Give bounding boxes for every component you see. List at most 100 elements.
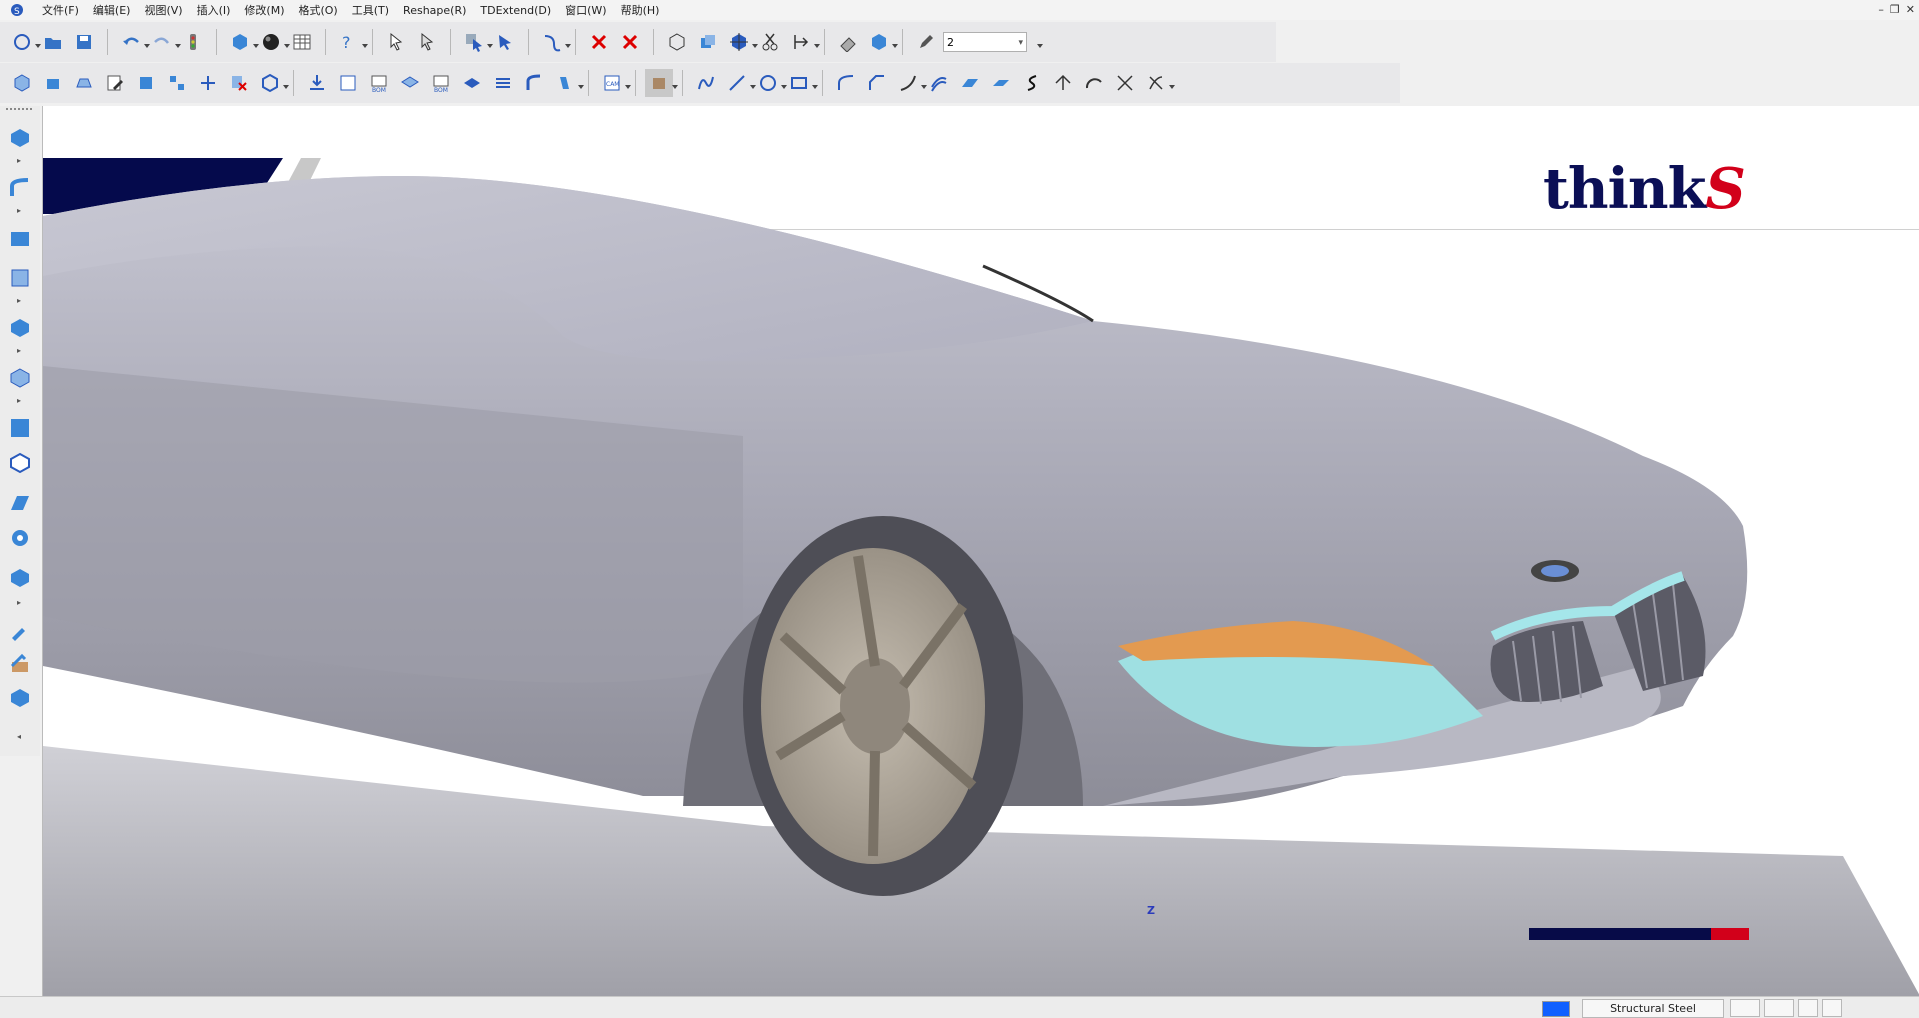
circle-button[interactable] xyxy=(754,69,787,97)
material-button[interactable] xyxy=(645,69,678,97)
delete-all-button[interactable] xyxy=(616,28,644,56)
bom-table-button[interactable]: BOM xyxy=(427,69,455,97)
sketch-button[interactable] xyxy=(70,69,98,97)
pick-filter-button[interactable] xyxy=(413,28,441,56)
line-width-combo[interactable]: 2 xyxy=(943,32,1027,53)
expand-arrow-icon[interactable]: ▸ xyxy=(17,598,21,607)
select-button[interactable] xyxy=(382,28,410,56)
hammer-icon[interactable] xyxy=(8,618,32,642)
fillet-curve-button[interactable] xyxy=(832,69,860,97)
new-file-button[interactable] xyxy=(8,28,41,56)
trim-button[interactable] xyxy=(756,28,784,56)
measure-button[interactable] xyxy=(834,28,862,56)
loft-button[interactable] xyxy=(551,69,584,97)
select-mode-button[interactable] xyxy=(460,28,493,56)
expand-arrow-icon[interactable]: ▸ xyxy=(17,206,21,215)
menu-format[interactable]: 格式(O) xyxy=(291,2,344,18)
restore-icon[interactable]: ❐ xyxy=(1890,3,1900,16)
shell-solid-icon[interactable] xyxy=(8,266,32,290)
spline-button[interactable] xyxy=(692,69,720,97)
close-icon[interactable]: ✕ xyxy=(1906,3,1915,16)
transform-button[interactable] xyxy=(725,28,758,56)
menu-modify[interactable]: 修改(M) xyxy=(237,2,291,18)
extrude-button[interactable] xyxy=(39,69,67,97)
stack-button[interactable] xyxy=(489,69,517,97)
toolbar-grip[interactable] xyxy=(6,108,32,110)
surface2-button[interactable] xyxy=(987,69,1015,97)
table-button[interactable] xyxy=(288,28,316,56)
redo-button[interactable] xyxy=(148,28,181,56)
menu-tools[interactable]: 工具(T) xyxy=(345,2,396,18)
drawing-button[interactable] xyxy=(334,69,362,97)
solid-block-icon[interactable] xyxy=(8,126,32,150)
curve-pick-button[interactable] xyxy=(538,28,571,56)
delete-button[interactable] xyxy=(585,28,613,56)
traffic-light-button[interactable] xyxy=(179,28,207,56)
curve-edit-button[interactable] xyxy=(894,69,927,97)
shell-button[interactable] xyxy=(132,69,160,97)
collapse-arrow-icon[interactable]: ◂ xyxy=(17,732,21,741)
multi-body-icon[interactable] xyxy=(8,226,32,250)
box-icon[interactable] xyxy=(8,316,32,340)
line-style-selector[interactable] xyxy=(1730,999,1760,1017)
boolean-icon[interactable] xyxy=(8,416,32,440)
import-button[interactable] xyxy=(303,69,331,97)
save-button[interactable] xyxy=(70,28,98,56)
bom-button[interactable]: BOM xyxy=(365,69,393,97)
wireframe-button[interactable] xyxy=(663,28,691,56)
render-style-button[interactable] xyxy=(257,28,290,56)
sweep-button[interactable] xyxy=(520,69,548,97)
help-button[interactable]: ? xyxy=(335,28,368,56)
menu-reshape[interactable]: Reshape(R) xyxy=(396,4,473,17)
arc-button[interactable] xyxy=(1080,69,1108,97)
plane-button[interactable] xyxy=(458,69,486,97)
line-width-dropdown[interactable] xyxy=(1030,28,1043,56)
trim-curve-button[interactable] xyxy=(1111,69,1139,97)
undo-button[interactable] xyxy=(117,28,150,56)
menu-help[interactable]: 帮助(H) xyxy=(614,2,667,18)
blend-tool-icon[interactable] xyxy=(8,652,32,676)
sweep-solid-icon[interactable] xyxy=(8,176,32,200)
expand-arrow-icon[interactable]: ▸ xyxy=(17,396,21,405)
line-button[interactable] xyxy=(723,69,756,97)
smart-select-button[interactable] xyxy=(491,28,519,56)
copy-shape-button[interactable] xyxy=(694,28,722,56)
surface-button[interactable] xyxy=(956,69,984,97)
rectangle-button[interactable] xyxy=(785,69,818,97)
face-icon[interactable] xyxy=(8,491,32,515)
menu-tdextend[interactable]: TDExtend(D) xyxy=(473,4,558,17)
menu-file[interactable]: 文件(F) xyxy=(35,2,86,18)
pen-style-selector[interactable] xyxy=(1764,999,1794,1017)
cam-button[interactable]: CAM xyxy=(598,69,631,97)
pen-width-button[interactable] xyxy=(912,28,940,56)
menu-window[interactable]: 窗口(W) xyxy=(558,2,613,18)
hole-icon[interactable] xyxy=(8,566,32,590)
car-model[interactable] xyxy=(43,106,1919,996)
split-curve-button[interactable] xyxy=(1049,69,1077,97)
globe-icon[interactable] xyxy=(1798,999,1818,1017)
expand-arrow-icon[interactable]: ▸ xyxy=(17,296,21,305)
color-swatch[interactable] xyxy=(1542,1001,1570,1017)
cylinder-icon[interactable] xyxy=(8,366,32,390)
blend-button[interactable] xyxy=(194,69,222,97)
analysis-button[interactable] xyxy=(865,28,898,56)
menu-edit[interactable]: 编辑(E) xyxy=(86,2,138,18)
minimize-icon[interactable]: – xyxy=(1878,3,1884,16)
curve-tools-button[interactable] xyxy=(1142,69,1175,97)
align-button[interactable] xyxy=(787,28,820,56)
pattern-button[interactable] xyxy=(163,69,191,97)
open-button[interactable] xyxy=(39,28,67,56)
view-cube-button[interactable] xyxy=(226,28,259,56)
display-mode-icon[interactable] xyxy=(1822,999,1842,1017)
app-logo-icon[interactable]: S xyxy=(10,3,24,17)
offset-curve-button[interactable] xyxy=(925,69,953,97)
menu-insert[interactable]: 插入(I) xyxy=(190,2,238,18)
part-button[interactable] xyxy=(8,69,36,97)
expand-arrow-icon[interactable]: ▸ xyxy=(17,346,21,355)
s-curve-button[interactable] xyxy=(1018,69,1046,97)
body-button[interactable] xyxy=(256,69,289,97)
remove-feature-button[interactable] xyxy=(225,69,253,97)
chamfer-tool-icon[interactable] xyxy=(8,686,32,710)
edit-button[interactable] xyxy=(101,69,129,97)
menu-view[interactable]: 视图(V) xyxy=(137,2,189,18)
